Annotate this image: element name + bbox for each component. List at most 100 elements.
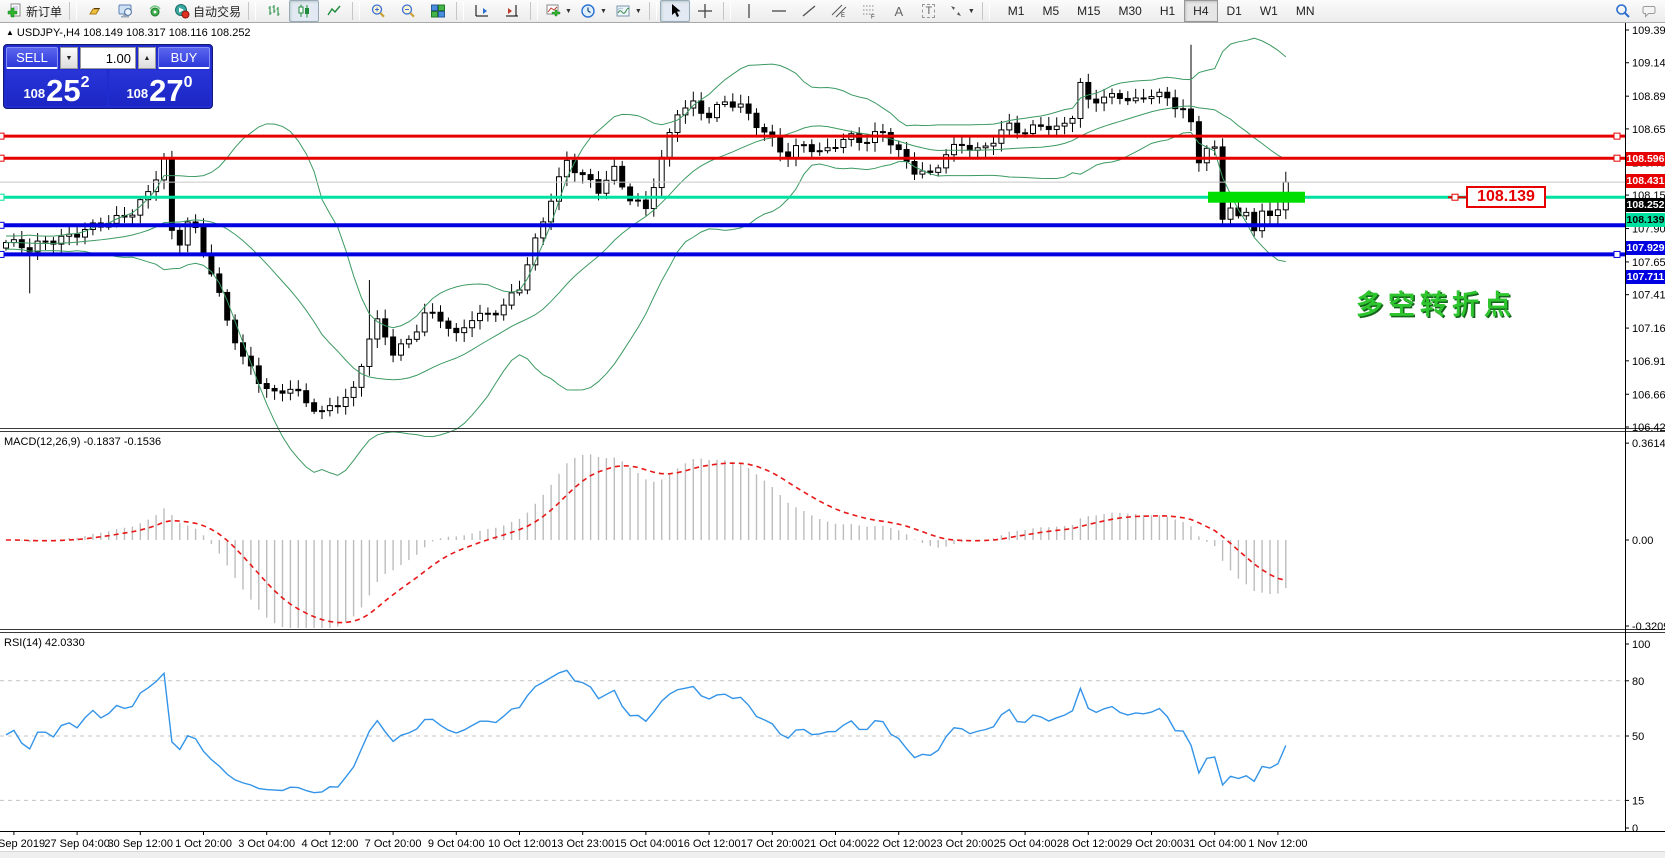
axis-tick-label: 15 — [1632, 795, 1644, 807]
toolbar-separator — [352, 2, 360, 20]
channel-tool[interactable]: E — [824, 0, 854, 22]
market-watch-button[interactable] — [110, 0, 140, 22]
price-box-annotation[interactable]: 108.139 — [1466, 186, 1546, 208]
toolbar-separator — [982, 2, 990, 20]
chart-shift-icon — [504, 3, 520, 19]
timeframe-d1[interactable]: D1 — [1218, 0, 1251, 22]
timeframe-mn[interactable]: MN — [1287, 0, 1324, 22]
text-tool[interactable]: A — [884, 0, 914, 22]
sell-price[interactable]: 108252 — [6, 70, 107, 106]
template-dropdown[interactable]: ▼ — [611, 0, 646, 22]
axis-tick-label: 107.655 — [1632, 257, 1665, 269]
horizontal-line-icon — [771, 3, 787, 19]
symbol-title: ▲USDJPY-,H4 108.149 108.317 108.116 108.… — [6, 27, 251, 39]
dropdown-arrow-icon: ▼ — [635, 8, 642, 15]
candlestick-icon — [296, 3, 312, 19]
date-tick-label: 17 Oct 20:00 — [741, 838, 804, 850]
axis-tick-label: 108.650 — [1632, 124, 1665, 136]
date-tick-label: 25 Oct 04:00 — [994, 838, 1057, 850]
zoom-in-button[interactable] — [363, 0, 393, 22]
tile-windows-icon — [430, 3, 446, 19]
ohlc-readout: USDJPY-,H4 108.149 108.317 108.116 108.2… — [17, 27, 251, 39]
signal-button[interactable] — [140, 0, 170, 22]
toolbar-separator — [69, 2, 77, 20]
search-icon[interactable] — [1615, 3, 1631, 19]
timeframe-m15[interactable]: M15 — [1068, 0, 1109, 22]
buy-button[interactable]: BUY — [158, 47, 210, 69]
autotrade-button[interactable]: 自动交易 — [170, 0, 245, 22]
vertical-line-tool[interactable] — [734, 0, 764, 22]
turning-point-annotation[interactable]: 多空转折点 — [1356, 283, 1516, 322]
date-tick-label: 30 Sep 12:00 — [108, 838, 173, 850]
timeframe-h1[interactable]: H1 — [1151, 0, 1184, 22]
trendline-tool[interactable] — [794, 0, 824, 22]
auto-scroll-icon — [474, 3, 490, 19]
axis-tick-label: 108.895 — [1632, 91, 1665, 103]
vertical-line-icon — [741, 3, 757, 19]
new-order-button[interactable]: 新订单 — [3, 0, 66, 22]
chat-icon[interactable] — [1641, 3, 1657, 19]
zoom-out-button[interactable] — [393, 0, 423, 22]
tile-windows-button[interactable] — [423, 0, 453, 22]
arrows-dropdown[interactable]: ▼ — [944, 0, 979, 22]
timeframe-h4[interactable]: H4 — [1184, 0, 1217, 22]
candlestick-button[interactable] — [289, 0, 319, 22]
toolbar-separator — [530, 2, 538, 20]
new-order-label: 新订单 — [26, 3, 62, 20]
new-chart-dropdown[interactable]: ▼ — [541, 0, 576, 22]
zoom-out-icon — [400, 3, 416, 19]
collapse-arrow-icon[interactable]: ▲ — [6, 28, 14, 37]
buy-price[interactable]: 108270 — [109, 70, 210, 106]
new-chart-icon — [545, 3, 561, 19]
auto-scroll-button[interactable] — [467, 0, 497, 22]
line-chart-button[interactable] — [319, 0, 349, 22]
chart-shift-button[interactable] — [497, 0, 527, 22]
cursor-icon — [667, 3, 683, 19]
period-dropdown[interactable]: ▼ — [576, 0, 611, 22]
fibonacci-icon: F — [861, 3, 877, 19]
zoom-in-icon — [370, 3, 386, 19]
timeframe-m1[interactable]: M1 — [999, 0, 1034, 22]
axis-tick-label: 109.145 — [1632, 58, 1665, 70]
toolbar-separator — [649, 2, 657, 20]
line-chart-icon — [326, 3, 342, 19]
axis-tick-label: 50 — [1632, 731, 1644, 743]
axis-tick-label: 100 — [1632, 639, 1650, 651]
text-label-tool[interactable]: T — [914, 0, 944, 22]
timeframe-m5[interactable]: M5 — [1033, 0, 1068, 22]
axis-tick-label: 109.390 — [1632, 25, 1665, 37]
date-tick-label: 21 Oct 04:00 — [804, 838, 867, 850]
text-tool-glyph: A — [895, 4, 904, 19]
axis-tick-label: 106.665 — [1632, 389, 1665, 401]
one-click-trade-panel: SELL ▼ ▲ BUY 108252 108270 — [3, 44, 213, 109]
chart-canvas[interactable]: 109.390109.145108.895108.650108.400108.1… — [0, 23, 1665, 858]
gold-button[interactable] — [80, 0, 110, 22]
sell-button[interactable]: SELL — [6, 47, 58, 69]
fibonacci-tool[interactable]: F — [854, 0, 884, 22]
axis-tick-label: 106.420 — [1632, 422, 1665, 434]
axis-tick-label: 0.3614 — [1632, 438, 1665, 450]
date-tick-label: 27 Sep 04:00 — [44, 838, 109, 850]
dropdown-arrow-icon: ▼ — [968, 8, 975, 15]
timeframe-m30[interactable]: M30 — [1109, 0, 1150, 22]
bar-chart-button[interactable] — [259, 0, 289, 22]
dropdown-arrow-icon: ▼ — [600, 8, 607, 15]
timeframe-w1[interactable]: W1 — [1251, 0, 1287, 22]
volume-down-button[interactable]: ▼ — [60, 47, 78, 69]
date-tick-label: 9 Oct 04:00 — [428, 838, 485, 850]
horizontal-line-tool[interactable] — [764, 0, 794, 22]
gold-icon — [87, 3, 103, 19]
axis-tick-label: 107.410 — [1632, 290, 1665, 302]
rsi-indicator-label: RSI(14) 42.0330 — [4, 637, 85, 649]
volume-input[interactable] — [80, 47, 136, 69]
axis-tick-label: 107.160 — [1632, 323, 1665, 335]
chart-window[interactable]: 109.390109.145108.895108.650108.400108.1… — [0, 23, 1665, 858]
date-tick-label: 1 Oct 20:00 — [175, 838, 232, 850]
svg-text:F: F — [871, 15, 875, 20]
trendline-icon — [801, 3, 817, 19]
volume-up-button[interactable]: ▲ — [138, 47, 156, 69]
date-tick-label: 31 Oct 04:00 — [1183, 838, 1246, 850]
cursor-tool-button[interactable] — [660, 0, 690, 22]
date-tick-label: 3 Oct 04:00 — [238, 838, 295, 850]
crosshair-tool-button[interactable] — [690, 0, 720, 22]
